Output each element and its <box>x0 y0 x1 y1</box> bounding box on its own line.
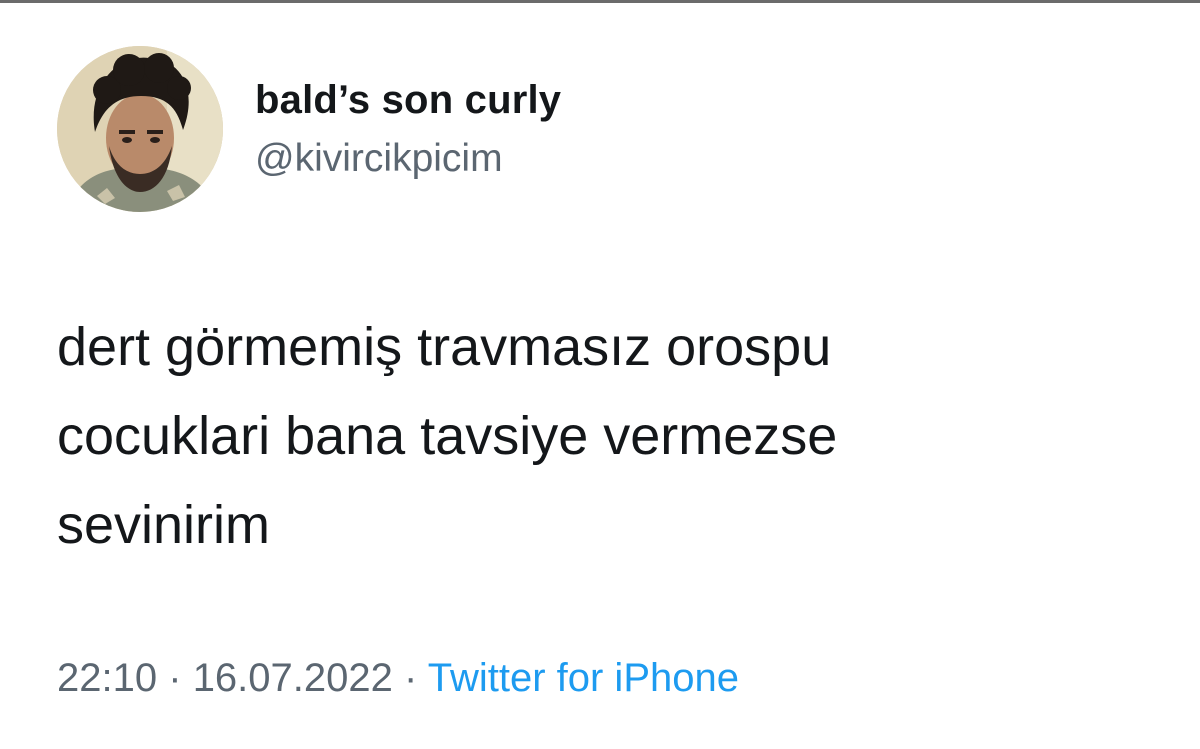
tweet-text-line: dert görmemiş travmasız orospu <box>57 317 832 377</box>
user-handle[interactable]: @kivircikpicim <box>255 137 503 181</box>
tweet-source-link[interactable]: Twitter for iPhone <box>428 656 739 700</box>
tweet-date[interactable]: 16.07.2022 <box>193 656 393 700</box>
display-name[interactable]: bald’s son curly <box>255 78 561 123</box>
tweet-text: dert görmemiş travmasız orospu cocuklari… <box>57 303 1137 570</box>
tweet-time[interactable]: 22:10 <box>57 656 157 700</box>
tweet-text-line: cocuklari bana tavsiye vermezse <box>57 406 838 466</box>
separator-dot: · <box>168 656 182 700</box>
tweet-metadata: 22:10 · 16.07.2022 · Twitter for iPhone <box>57 656 739 701</box>
profile-photo-icon <box>57 46 223 212</box>
tweet-text-line: sevinirim <box>57 495 271 555</box>
avatar[interactable] <box>57 46 223 212</box>
separator-dot: · <box>404 656 418 700</box>
tweet-card: bald’s son curly @kivircikpicim dert gör… <box>0 0 1200 749</box>
